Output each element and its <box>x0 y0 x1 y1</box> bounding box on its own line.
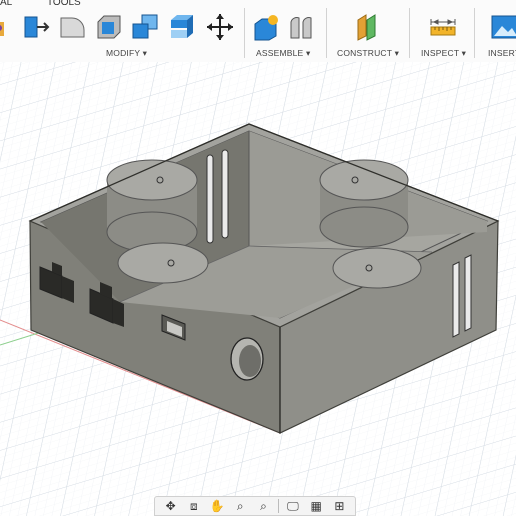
standoff-front-left <box>117 242 209 284</box>
ribbon-toolbar: AL TOOLS MODIFY ▾ ASSEMBLE ▾ CONSTRUCT ▾… <box>0 0 516 63</box>
separator <box>474 8 475 58</box>
vent-slot <box>206 154 214 244</box>
combine-icon[interactable] <box>130 12 160 42</box>
offset-plane-icon[interactable] <box>352 12 382 42</box>
pan-icon[interactable]: ✋ <box>208 498 226 514</box>
separator <box>326 8 327 58</box>
look-at-icon[interactable]: ⧈ <box>185 498 203 514</box>
vent-slot <box>221 149 229 239</box>
insert-image-icon[interactable] <box>490 12 516 42</box>
press-pull-icon[interactable] <box>22 12 52 42</box>
split-body-icon[interactable] <box>167 12 197 42</box>
fillet-icon[interactable] <box>58 12 88 42</box>
standoff-back-left <box>106 159 198 253</box>
construct-menu[interactable]: CONSTRUCT ▾ <box>337 48 399 59</box>
modify-menu[interactable]: MODIFY ▾ <box>106 48 147 59</box>
vent-slot <box>452 261 460 338</box>
3d-viewport[interactable] <box>0 62 516 516</box>
separator <box>244 8 245 58</box>
shell-icon[interactable] <box>94 12 124 42</box>
new-component-icon[interactable] <box>252 12 282 42</box>
joint-icon[interactable] <box>286 12 316 42</box>
tab-al[interactable]: AL <box>0 0 12 8</box>
create-sketch-icon[interactable] <box>0 12 6 42</box>
display-settings-icon[interactable]: 🖵 <box>284 498 302 514</box>
standoff-back-right <box>319 159 409 248</box>
separator <box>409 8 410 58</box>
measure-icon[interactable] <box>428 12 458 42</box>
viewports-icon[interactable]: ⊞ <box>330 498 348 514</box>
standoff-front-right <box>332 247 422 289</box>
assemble-menu[interactable]: ASSEMBLE ▾ <box>256 48 310 59</box>
insert-menu[interactable]: INSERT <box>488 48 516 58</box>
navigation-bar: ✥ ⧈ ✋ ⌕ ⌕ 🖵 ▦ ⊞ <box>154 496 356 516</box>
fit-icon[interactable]: ⌕ <box>254 498 272 514</box>
tab-tools[interactable]: TOOLS <box>47 0 81 8</box>
move-icon[interactable] <box>205 12 235 42</box>
orbit-icon[interactable]: ✥ <box>162 498 180 514</box>
inspect-menu[interactable]: INSPECT ▾ <box>421 48 466 59</box>
zoom-icon[interactable]: ⌕ <box>231 498 249 514</box>
grid-settings-icon[interactable]: ▦ <box>307 498 325 514</box>
vent-slot <box>464 254 472 332</box>
separator <box>277 499 279 513</box>
round-jack-opening <box>239 345 261 377</box>
